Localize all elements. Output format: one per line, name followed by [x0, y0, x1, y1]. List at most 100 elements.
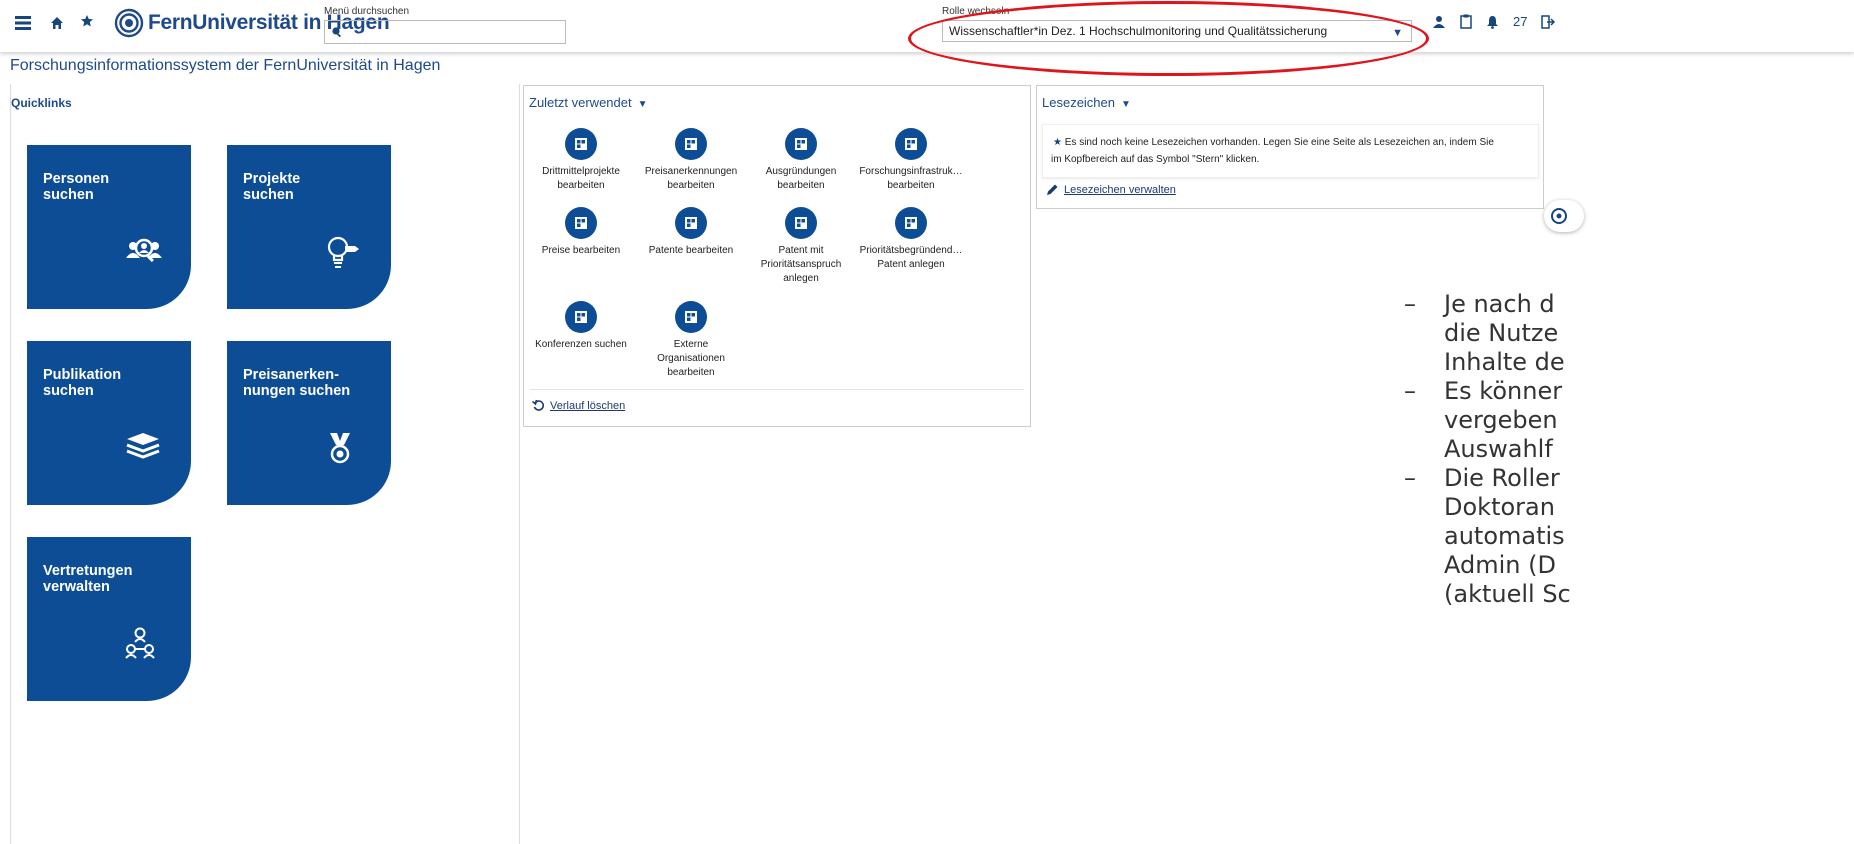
- quicklinks-title: Quicklinks: [11, 96, 72, 110]
- medal-icon: [330, 433, 350, 464]
- logout-icon[interactable]: [1541, 14, 1556, 29]
- app-tile-icon: [675, 301, 707, 333]
- recent-item[interactable]: Patente bearbeiten: [636, 207, 746, 258]
- menu-search-label: Menü durchsuchen: [324, 6, 410, 17]
- search-icon: [332, 27, 342, 38]
- divider: [530, 389, 1024, 390]
- app-tile-icon: [565, 301, 597, 333]
- bullet-line: Doktoran: [1444, 493, 1555, 521]
- people-search-icon: [126, 238, 162, 263]
- tile-label: Vertretungen verwalten: [43, 563, 133, 595]
- tile-publikation-suchen[interactable]: Publikation suchen: [27, 341, 191, 505]
- role-select-value: Wissenschaftler*in Dez. 1 Hochschulmonit…: [949, 24, 1328, 38]
- menu-search: Menü durchsuchen: [324, 6, 566, 44]
- undo-icon: [532, 399, 545, 411]
- app-tile-icon: [675, 128, 707, 160]
- tile-preisanerkennungen-suchen[interactable]: Preisanerken- nungen suchen: [227, 341, 391, 505]
- tile-label: Preisanerken- nungen suchen: [243, 367, 351, 399]
- manage-bookmarks-label: Lesezeichen verwalten: [1064, 184, 1176, 196]
- clear-history-label: Verlauf löschen: [550, 399, 626, 412]
- slide-notes: Je nach d die Nutze Inhalte de Es könner…: [1404, 290, 1571, 609]
- bookmarks-title: Lesezeichen: [1042, 95, 1115, 110]
- clear-history-link[interactable]: Verlauf löschen: [532, 399, 625, 412]
- home-icon[interactable]: [50, 16, 64, 35]
- app-tile-icon: [895, 128, 927, 160]
- bullet-line: Admin (D: [1444, 551, 1556, 579]
- chevron-down-icon: ▼: [1121, 99, 1131, 110]
- clipboard-icon[interactable]: [1460, 14, 1472, 29]
- recent-item[interactable]: Preisanerkennungen bearbeiten: [636, 128, 746, 193]
- hamburger-menu-icon[interactable]: [14, 14, 32, 37]
- app-tile-icon: [785, 207, 817, 239]
- recent-title: Zuletzt verwendet: [529, 95, 632, 110]
- bullet-line: Es könner: [1444, 377, 1563, 405]
- quicklinks-panel: Quicklinks Personen suchen Projekte such…: [10, 84, 520, 844]
- bullet-line: Inhalte de: [1444, 348, 1565, 376]
- notification-count[interactable]: 27: [1513, 14, 1527, 29]
- header-actions: 27: [1432, 14, 1556, 29]
- bullet-line: Auswahlf: [1444, 435, 1553, 463]
- app-tile-icon: [675, 207, 707, 239]
- recent-header[interactable]: Zuletzt verwendet ▼: [529, 95, 648, 110]
- recent-item[interactable]: Ausgründungen bearbeiten: [746, 128, 856, 193]
- tile-personen-suchen[interactable]: Personen suchen: [27, 145, 191, 309]
- recent-item[interactable]: Drittmittelprojekte bearbeiten: [526, 128, 636, 193]
- app-tile-icon: [565, 207, 597, 239]
- tile-label: Publikation suchen: [43, 367, 122, 399]
- recent-item-label: Externe Organisationen bearbeiten: [657, 339, 725, 378]
- menu-search-input[interactable]: [324, 20, 566, 44]
- recent-item-label: Patent mit Prioritätsanspruch anlegen: [760, 245, 842, 284]
- bullet-line: Die Roller: [1444, 464, 1560, 492]
- recent-item[interactable]: Patent mit Prioritätsanspruch anlegen: [746, 207, 856, 286]
- bookmarks-empty-info: ★ Es sind noch keine Lesezeichen vorhand…: [1042, 124, 1539, 178]
- chat-help-icon[interactable]: [1544, 200, 1584, 232]
- tile-vertretungen-verwalten[interactable]: Vertretungen verwalten: [27, 537, 191, 701]
- recent-item-label: Prioritätsbegründend… Patent anlegen: [859, 245, 963, 270]
- recent-item-label: Preisanerkennungen bearbeiten: [644, 166, 738, 191]
- notification-bell-icon[interactable]: [1486, 15, 1499, 29]
- role-label: Rolle wechseln: [942, 6, 1010, 17]
- app-tile-icon: [895, 207, 927, 239]
- app-tile-icon: [785, 128, 817, 160]
- star-bookmark-icon[interactable]: [80, 14, 94, 33]
- slide-bullet: Je nach d die Nutze Inhalte de: [1404, 290, 1571, 377]
- bullet-line: automatis: [1444, 522, 1565, 550]
- recent-panel: Zuletzt verwendet ▼ Drittmittelprojekte b…: [523, 85, 1031, 427]
- manage-bookmarks-link[interactable]: Lesezeichen verwalten: [1045, 183, 1176, 197]
- role-select[interactable]: Wissenschaftler*in Dez. 1 Hochschulmonit…: [942, 20, 1412, 42]
- page-title: Forschungsinformationssystem der FernUni…: [10, 57, 441, 74]
- chevron-down-icon: ▼: [1392, 27, 1403, 39]
- pencil-icon: [1047, 184, 1058, 195]
- recent-item-label: Forschungsinfrastruk… bearbeiten: [859, 166, 963, 191]
- bookmarks-panel: Lesezeichen ▼ ★ Es sind noch keine Leseze…: [1036, 85, 1544, 209]
- top-header: FernUniversität in Hagen Menü durchsuche…: [0, 0, 1854, 52]
- bookmarks-header[interactable]: Lesezeichen ▼: [1042, 95, 1131, 110]
- bullet-line: Je nach d: [1444, 290, 1555, 318]
- recent-item[interactable]: Preise bearbeiten: [526, 207, 636, 258]
- role-switcher: Rolle wechseln Wissenschaftler*in Dez. 1…: [942, 6, 1412, 42]
- info-line-2: im Kopfbereich auf das Symbol "Stern" kl…: [1051, 154, 1260, 165]
- app-tile-icon: [565, 128, 597, 160]
- recent-item-label: Konferenzen suchen: [535, 339, 627, 350]
- org-chart-users-icon: [125, 627, 155, 659]
- recent-item[interactable]: Externe Organisationen bearbeiten: [636, 301, 746, 380]
- tile-projekte-suchen[interactable]: Projekte suchen: [227, 145, 391, 309]
- star-icon: ★: [1053, 137, 1062, 148]
- recent-item[interactable]: Prioritätsbegründend… Patent anlegen: [856, 207, 966, 272]
- bullet-line: vergeben: [1444, 406, 1558, 434]
- slide-bullet: Es könner vergeben Auswahlf: [1404, 377, 1571, 464]
- bullet-line: die Nutze: [1444, 319, 1559, 347]
- recent-item[interactable]: Konferenzen suchen: [526, 301, 636, 352]
- tile-label: Personen suchen: [43, 171, 110, 203]
- user-profile-icon[interactable]: [1432, 15, 1446, 29]
- recent-item-label: Patente bearbeiten: [648, 245, 734, 256]
- bullet-line: (aktuell Sc: [1444, 580, 1571, 608]
- info-line-1: Es sind noch keine Lesezeichen vorhanden…: [1064, 137, 1494, 148]
- chevron-down-icon: ▼: [637, 99, 648, 110]
- slide-bullet: Die Roller Doktoran automatis Admin (D (…: [1404, 464, 1571, 609]
- recent-item-label: Drittmittelprojekte bearbeiten: [542, 166, 620, 191]
- books-stack-icon: [126, 433, 160, 459]
- recent-item[interactable]: Forschungsinfrastruk… bearbeiten: [856, 128, 966, 193]
- tile-label: Projekte suchen: [243, 171, 301, 203]
- lightbulb-icon: [327, 236, 359, 268]
